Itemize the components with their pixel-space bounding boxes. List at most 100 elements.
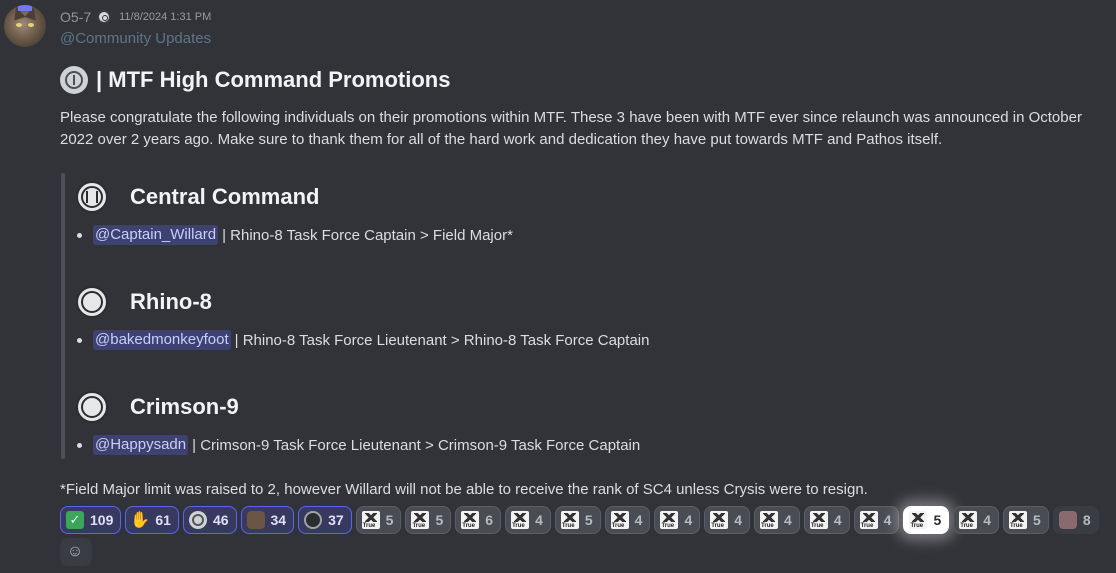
reaction-count: 4 [833, 512, 842, 528]
promotion-text: | Rhino-8 Task Force Lieutenant > Rhino-… [234, 331, 650, 349]
reaction-true[interactable]: 4 [853, 506, 900, 534]
reaction-eye[interactable]: 8 [1052, 506, 1099, 534]
reaction-bar: ✓109 ✋61 46 34 37 5 5 6 4 5 4 4 4 4 4 4 … [60, 506, 1110, 566]
true-emote-icon [361, 511, 380, 529]
section-header: Central Command [76, 180, 513, 214]
reaction-true[interactable]: 5 [355, 506, 402, 534]
reaction-true[interactable]: 4 [704, 506, 751, 534]
emblem-ring [81, 291, 103, 313]
reaction-clap[interactable]: ✋ 61 [125, 506, 179, 534]
reaction-count: 5 [385, 512, 394, 528]
smiley-add-icon: ☺ [66, 543, 84, 560]
reaction-count: 6 [485, 512, 494, 528]
true-emote-icon [760, 511, 779, 529]
avatar[interactable] [4, 5, 46, 47]
message-header: O5-7 11/8/2024 1:31 PM [60, 8, 211, 26]
section-title: Rhino-8 [130, 289, 212, 314]
user-mention[interactable]: @bakedmonkeyfoot [93, 330, 231, 350]
user-mention[interactable]: @Captain_Willard [93, 225, 219, 245]
avatar-eye [16, 23, 22, 27]
user-mention[interactable]: @Happysadn [93, 435, 189, 455]
true-emote-icon [1009, 511, 1028, 529]
true-emote-icon [461, 511, 480, 529]
reaction-true[interactable]: 5 [554, 506, 601, 534]
rhino-8-emblem-icon[interactable] [76, 286, 108, 318]
reaction-dark-seal[interactable]: 37 [298, 506, 352, 534]
discord-message: O5-7 11/8/2024 1:31 PM @Community Update… [0, 0, 1116, 573]
role-badge-icon[interactable] [97, 10, 112, 24]
reaction-seal[interactable]: 46 [182, 506, 237, 534]
reaction-count: 4 [983, 512, 992, 528]
reaction-count: 5 [584, 512, 593, 528]
bullet-dot [77, 337, 82, 343]
blockquote-bar [61, 173, 65, 459]
promotion-text: | Rhino-8 Task Force Captain > Field Maj… [222, 226, 513, 244]
emblem-ring [81, 396, 103, 418]
reaction-count: 34 [270, 512, 287, 528]
bullet-dot [77, 442, 82, 448]
list-item: @Happysadn | Crimson-9 Task Force Lieute… [76, 434, 640, 456]
section-title: Central Command [130, 184, 320, 209]
reaction-true[interactable]: 4 [803, 506, 850, 534]
promotion-text: | Crimson-9 Task Force Lieutenant > Crim… [192, 436, 641, 454]
section-header: Crimson-9 [76, 390, 640, 424]
author-username[interactable]: O5-7 [60, 9, 91, 25]
reaction-count: 46 [212, 512, 229, 528]
clapping-hands-icon: ✋ [130, 512, 151, 529]
true-emote-icon [560, 511, 579, 529]
emblem-mark [86, 191, 98, 203]
list-item: @bakedmonkeyfoot | Rhino-8 Task Force Li… [76, 329, 649, 351]
reaction-count: 109 [90, 512, 114, 528]
reaction-true[interactable]: 5 [405, 506, 452, 534]
dog-icon [246, 511, 265, 529]
role-mention[interactable]: @Community Updates [60, 30, 211, 47]
reaction-count: 4 [684, 512, 693, 528]
reaction-count: 61 [155, 512, 171, 528]
eye-emote-icon [1058, 511, 1077, 529]
section-crimson-9: Crimson-9 @Happysadn | Crimson-9 Task Fo… [76, 390, 640, 456]
section-central-command: Central Command @Captain_Willard | Rhino… [76, 180, 513, 246]
section-rhino-8: Rhino-8 @bakedmonkeyfoot | Rhino-8 Task … [76, 285, 649, 351]
add-reaction-button[interactable]: ☺ [60, 538, 92, 566]
reaction-count: 4 [535, 512, 543, 528]
crimson-9-emblem-icon[interactable] [76, 391, 108, 423]
true-emote-icon [809, 511, 828, 529]
true-emote-icon [959, 511, 978, 529]
central-command-emblem-icon[interactable] [76, 181, 108, 213]
intro-paragraph: Please congratulate the following indivi… [60, 109, 1082, 148]
reaction-check[interactable]: ✓ 109 [60, 506, 122, 534]
true-emote-icon [909, 511, 928, 529]
bullet-dot [77, 232, 82, 238]
reaction-true[interactable]: 4 [754, 506, 800, 534]
reaction-count: 4 [634, 512, 643, 528]
reaction-true[interactable]: 6 [455, 506, 502, 534]
true-emote-icon [660, 511, 679, 529]
true-emote-icon [411, 511, 430, 529]
seal-emoji-icon[interactable] [60, 66, 88, 94]
footnote: *Field Major limit was raised to 2, howe… [60, 481, 868, 498]
seal-emoji-inner [65, 71, 83, 89]
reaction-true[interactable]: 5 [1003, 506, 1049, 534]
reaction-dog[interactable]: 34 [240, 506, 295, 534]
reaction-true[interactable]: 4 [654, 506, 701, 534]
reaction-true[interactable]: 4 [953, 506, 1000, 534]
reaction-count: 4 [883, 512, 892, 528]
reaction-true-highlighted[interactable]: 5 [903, 506, 950, 534]
dark-seal-icon [304, 511, 323, 529]
avatar-eye [28, 23, 34, 27]
reaction-count: 4 [784, 512, 792, 528]
seal-icon [188, 511, 207, 529]
avatar-decoration [18, 5, 32, 11]
reaction-true[interactable]: 4 [604, 506, 651, 534]
title-text: | MTF High Command Promotions [96, 67, 451, 92]
message-timestamp[interactable]: 11/8/2024 1:31 PM [119, 11, 211, 23]
reaction-count: 37 [328, 512, 344, 528]
reaction-count: 5 [435, 512, 444, 528]
reaction-true[interactable]: 4 [505, 506, 551, 534]
reaction-count: 5 [1033, 512, 1041, 528]
reaction-count: 8 [1082, 512, 1091, 528]
reaction-count: 5 [933, 512, 942, 528]
true-emote-icon [710, 511, 729, 529]
announcement-title: | MTF High Command Promotions [60, 66, 450, 94]
reaction-count: 4 [734, 512, 743, 528]
